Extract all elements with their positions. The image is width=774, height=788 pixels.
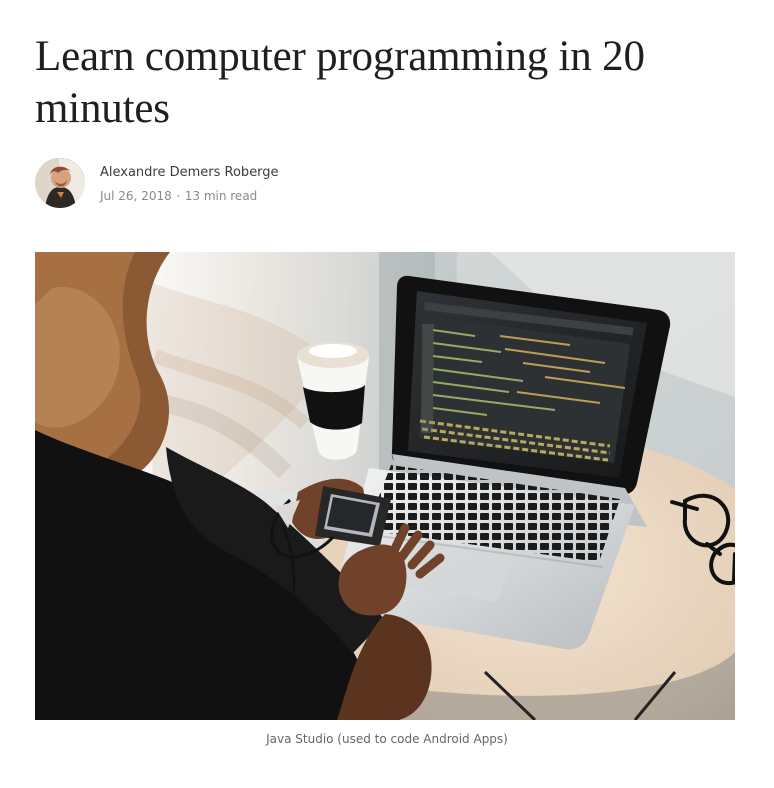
author-byline: Alexandre Demers Roberge Jul 26, 2018 · 13… bbox=[35, 158, 535, 210]
medium-article: Learn computer programming in 20 minutes… bbox=[0, 0, 774, 788]
woman-laptop-coding-photo bbox=[35, 252, 735, 720]
article-hero-image[interactable] bbox=[35, 252, 735, 720]
image-caption: Java Studio (used to code Android Apps) bbox=[266, 732, 508, 746]
author-name[interactable]: Alexandre Demers Roberge bbox=[100, 165, 279, 181]
article-title: Learn computer programming in 20 minutes bbox=[35, 33, 645, 132]
read-time: 13 min read bbox=[184, 189, 258, 203]
author-avatar-image bbox=[35, 158, 85, 208]
author-avatar[interactable] bbox=[35, 158, 85, 208]
publish-date[interactable]: Jul 26, 2018 bbox=[100, 189, 172, 203]
meta-separator: · bbox=[176, 189, 181, 203]
post-meta: Jul 26, 2018 · 13 min read bbox=[100, 188, 257, 204]
